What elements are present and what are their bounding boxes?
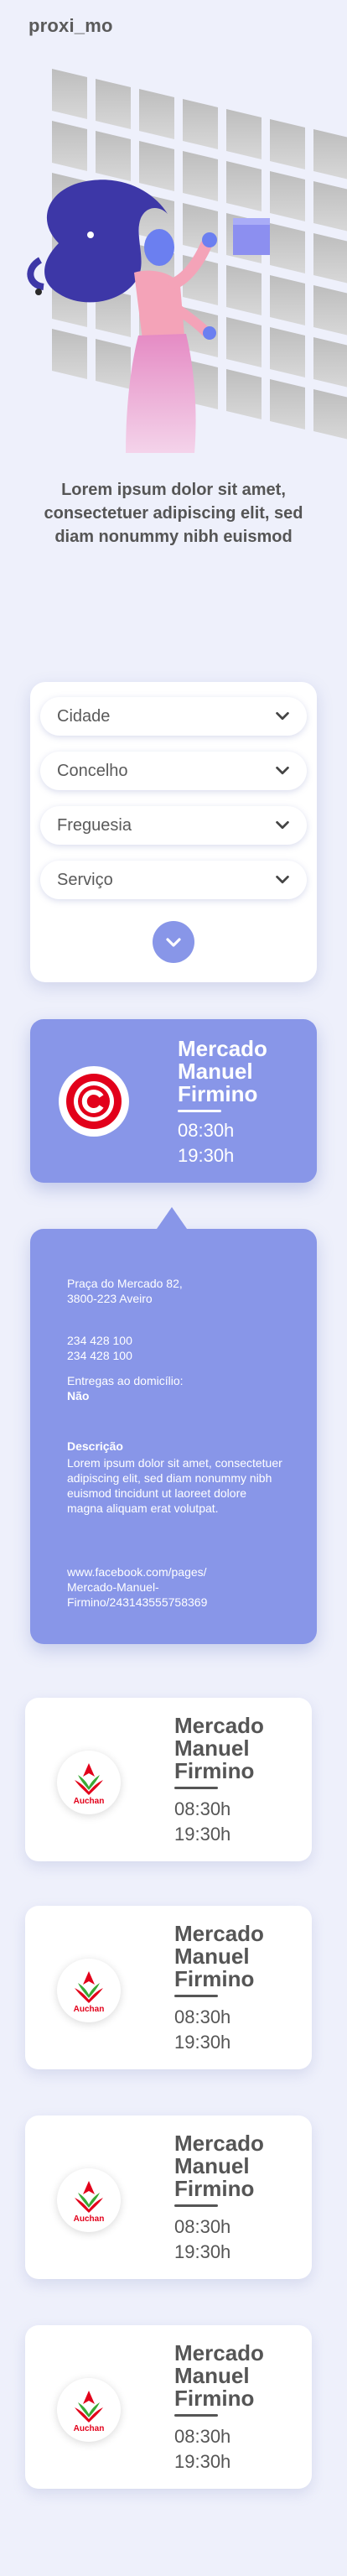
opening-time: 08:30h	[174, 2426, 231, 2447]
opening-time: 08:30h	[174, 2006, 231, 2027]
continente-logo-icon	[59, 1066, 129, 1137]
store-name-line: Firmino	[174, 1966, 255, 1991]
store-name-line: Manuel	[178, 1059, 253, 1084]
city-select-label: Cidade	[57, 706, 111, 726]
parish-select[interactable]: Freguesia	[40, 806, 307, 845]
store-name: Mercado Manuel Firmino	[174, 1715, 308, 1782]
store-name: Mercado Manuel Firmino	[174, 1923, 308, 1991]
closing-time: 19:30h	[174, 2451, 231, 2472]
auchan-logo-icon: Auchan	[57, 2168, 121, 2232]
store-details-panel: Praça do Mercado 82, 3800-223 Aveiro 234…	[30, 1207, 317, 1644]
auchan-logo-icon: Auchan	[57, 1959, 121, 2022]
store-name-line: Firmino	[178, 1081, 258, 1106]
county-select[interactable]: Concelho	[40, 752, 307, 790]
closing-time: 19:30h	[178, 1145, 235, 1166]
store-name-line: Mercado	[174, 2340, 264, 2365]
store-name-line: Mercado	[174, 1921, 264, 1946]
store-phones: 234 428 100 234 428 100	[67, 1333, 285, 1363]
chevron-down-icon	[276, 820, 289, 830]
address-line: 3800-223 Aveiro	[67, 1292, 153, 1305]
store-address: Praça do Mercado 82, 3800-223 Aveiro	[67, 1276, 285, 1306]
delivery-info: Entregas ao domicílio: Não	[67, 1373, 285, 1403]
store-name-line: Manuel	[174, 1944, 250, 1969]
closing-time: 19:30h	[174, 2032, 231, 2053]
divider	[174, 2414, 218, 2417]
store-card[interactable]: Auchan Mercado Manuel Firmino 08:30h 19:…	[25, 2325, 312, 2489]
county-select-label: Concelho	[57, 761, 128, 780]
store-name: Mercado Manuel Firmino	[178, 1038, 312, 1106]
store-name-line: Mercado	[178, 1036, 267, 1061]
address-line: Praça do Mercado 82,	[67, 1277, 183, 1290]
city-select[interactable]: Cidade	[40, 697, 307, 736]
logo-text: Auchan	[74, 2005, 105, 2014]
store-hours: 08:30h 19:30h	[174, 2214, 230, 2265]
parish-select-label: Freguesia	[57, 815, 132, 835]
divider	[174, 1787, 218, 1789]
store-name-line: Firmino	[174, 2386, 255, 2411]
phone-number[interactable]: 234 428 100	[67, 1333, 285, 1348]
store-name-line: Firmino	[174, 2176, 255, 2201]
chevron-down-icon	[276, 875, 289, 884]
filters-panel: Cidade Concelho Freguesia Serviço	[30, 682, 317, 982]
store-hours: 08:30h 19:30h	[174, 2424, 230, 2475]
logo-text: Auchan	[74, 2424, 105, 2433]
opening-time: 08:30h	[178, 1120, 235, 1141]
link-line: Firmino/243143555758369	[67, 1595, 208, 1609]
facebook-link[interactable]: www.facebook.com/pages/ Mercado-Manuel- …	[67, 1564, 285, 1610]
link-line: Mercado-Manuel-	[67, 1580, 159, 1594]
logo-text: Auchan	[74, 2214, 105, 2224]
link-line: www.facebook.com/pages/	[67, 1565, 207, 1579]
closing-time: 19:30h	[174, 1824, 231, 1845]
chevron-down-icon	[166, 938, 181, 947]
store-card[interactable]: Auchan Mercado Manuel Firmino 08:30h 19:…	[25, 1698, 312, 1861]
description-text: Lorem ipsum dolor sit amet, consectetuer…	[67, 1456, 282, 1515]
app-logo[interactable]: proxi_mo	[28, 15, 113, 37]
store-hours: 08:30h 19:30h	[174, 1797, 230, 1847]
divider	[178, 1110, 221, 1112]
description-heading: Descrição	[67, 1439, 123, 1453]
store-hours: 08:30h 19:30h	[174, 2005, 230, 2055]
store-card[interactable]: Auchan Mercado Manuel Firmino 08:30h 19:…	[25, 1906, 312, 2069]
hero-illustration	[0, 59, 347, 453]
divider	[174, 2204, 218, 2207]
hero-tagline: Lorem ipsum dolor sit amet, consectetuer…	[44, 481, 303, 546]
store-card[interactable]: Auchan Mercado Manuel Firmino 08:30h 19:…	[25, 2115, 312, 2279]
auchan-logo-icon: Auchan	[57, 2378, 121, 2442]
phone-number[interactable]: 234 428 100	[67, 1348, 285, 1363]
store-name-line: Firmino	[174, 1758, 255, 1783]
store-name: Mercado Manuel Firmino	[174, 2132, 308, 2200]
service-select[interactable]: Serviço	[40, 861, 307, 899]
store-name-line: Manuel	[174, 2153, 250, 2178]
auchan-logo-icon: Auchan	[57, 1751, 121, 1814]
store-name-line: Manuel	[174, 2363, 250, 2388]
selected-store-card[interactable]: Mercado Manuel Firmino 08:30h 19:30h	[30, 1019, 317, 1183]
store-name-line: Mercado	[174, 1713, 264, 1738]
delivery-label: Entregas ao domicílio:	[67, 1374, 184, 1387]
divider	[174, 1995, 218, 1997]
opening-time: 08:30h	[174, 1798, 231, 1819]
store-name-line: Manuel	[174, 1736, 250, 1761]
service-select-label: Serviço	[57, 870, 113, 889]
opening-time: 08:30h	[174, 2216, 231, 2237]
store-hours: 08:30h 19:30h	[178, 1118, 234, 1168]
expand-filters-button[interactable]	[153, 921, 194, 963]
store-name-line: Mercado	[174, 2131, 264, 2156]
delivery-value: Não	[67, 1389, 90, 1402]
logo-text: Auchan	[74, 1797, 105, 1806]
chevron-down-icon	[276, 711, 289, 721]
store-name: Mercado Manuel Firmino	[174, 2342, 308, 2410]
chevron-down-icon	[276, 766, 289, 775]
closing-time: 19:30h	[174, 2241, 231, 2262]
